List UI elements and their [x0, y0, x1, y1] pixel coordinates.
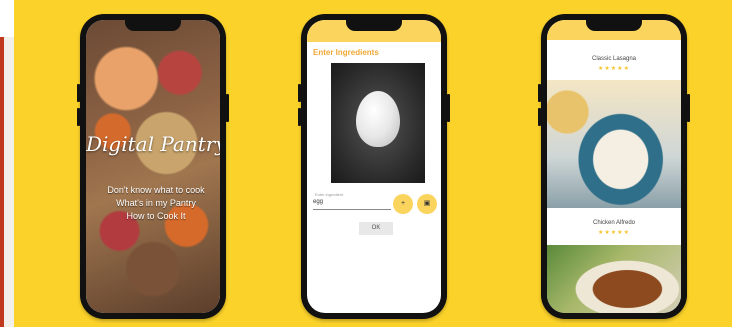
edge-panel	[4, 37, 14, 327]
phone-splash: Digital Pantry Don't know what to cook W…	[77, 14, 229, 319]
recipe-rating: ★★★★★	[598, 66, 630, 72]
phone-power-button	[447, 94, 450, 122]
ingredient-input[interactable]: egg	[313, 199, 391, 210]
phone-power-button	[226, 94, 229, 122]
ok-button[interactable]: OK	[359, 222, 393, 235]
splash-tagline: Don't know what to cook What's in my Pan…	[98, 184, 214, 223]
tagline-line: Don't know what to cook	[107, 185, 205, 195]
phone-side-button	[538, 84, 541, 102]
add-ingredient-button[interactable]: +	[393, 194, 413, 214]
phone-notch	[586, 20, 642, 31]
ingredient-field-label: Enter ingredient	[315, 192, 344, 197]
egg-image	[356, 91, 400, 147]
phone-power-button	[687, 94, 690, 122]
recipe-rating: ★★★★★	[598, 230, 630, 236]
phone-notch	[125, 20, 181, 31]
recipe-title[interactable]: Classic Lasagna	[547, 56, 681, 62]
phone-side-button	[298, 84, 301, 102]
ingredient-photo	[331, 63, 425, 183]
splash-screen: Digital Pantry Don't know what to cook W…	[86, 20, 220, 313]
app-title: Digital Pantry	[86, 132, 220, 156]
phone-side-button	[538, 108, 541, 126]
tagline-line: What's in my Pantry	[116, 198, 196, 208]
phone-recipes: Classic Lasagna ★★★★★ Chicken Alfredo ★★…	[538, 14, 690, 319]
recipe-image[interactable]	[547, 245, 681, 313]
tagline-line: How to Cook It	[126, 211, 186, 221]
phone-side-button	[298, 108, 301, 126]
recipe-image[interactable]	[547, 80, 681, 208]
phone-ingredients: Enter Ingredients Enter ingredient egg +…	[298, 14, 450, 319]
ingredients-screen: Enter Ingredients Enter ingredient egg +…	[307, 20, 441, 313]
recipes-screen: Classic Lasagna ★★★★★ Chicken Alfredo ★★…	[547, 20, 681, 313]
page-edge	[0, 0, 14, 327]
phone-notch	[346, 20, 402, 31]
page-title: Enter Ingredients	[313, 48, 379, 57]
recipe-title[interactable]: Chicken Alfredo	[547, 220, 681, 226]
camera-button[interactable]: ▣	[417, 194, 437, 214]
phone-side-button	[77, 108, 80, 126]
phone-side-button	[77, 84, 80, 102]
splash-background-image	[86, 20, 220, 313]
